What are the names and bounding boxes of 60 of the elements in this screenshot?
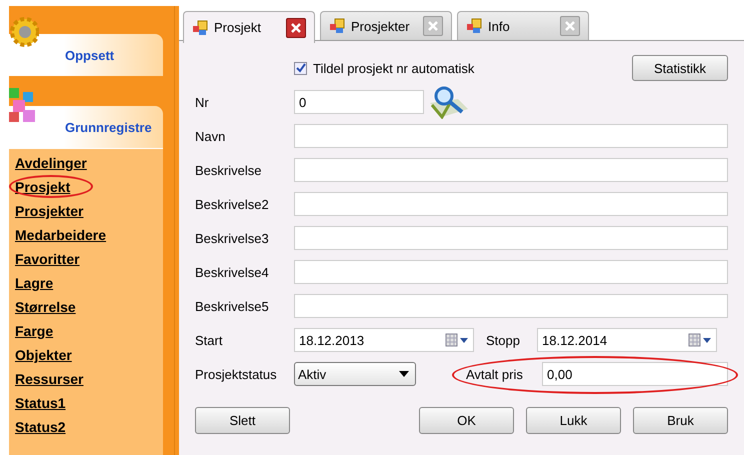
action-button[interactable]: Slett	[195, 407, 290, 434]
nav-link[interactable]: Objekter	[15, 347, 72, 363]
nav-link[interactable]: Avdelinger	[15, 155, 87, 171]
calendar-icon	[445, 333, 469, 347]
checkbox-label[interactable]: Tildel prosjekt nr automatisk	[313, 60, 474, 76]
field-label: Beskrivelse4	[195, 264, 270, 280]
number-field[interactable]: 0	[294, 90, 424, 114]
action-button[interactable]: Lukk	[526, 407, 621, 434]
nav-link[interactable]: Lagre	[15, 275, 54, 291]
field-label: Avtalt pris	[465, 366, 524, 382]
magnifier-icon	[428, 85, 470, 119]
close-icon[interactable]	[286, 18, 306, 38]
section-title: Oppsett	[65, 48, 114, 62]
document-icon	[192, 20, 208, 36]
tab-label: Info	[488, 18, 511, 34]
calendar-icon	[688, 333, 712, 347]
caret-icon	[399, 371, 409, 377]
section-header[interactable]: Oppsett	[9, 34, 163, 76]
tab[interactable]: Info	[457, 11, 589, 40]
nav-link[interactable]: Prosjekter	[15, 203, 84, 219]
field-label: Beskrivelse3	[195, 230, 270, 246]
field-label: Nr	[195, 94, 210, 110]
text-field[interactable]	[294, 158, 728, 182]
text-field[interactable]	[294, 192, 728, 216]
price-field[interactable]: 0,00	[542, 362, 728, 386]
tab-label: Prosjekt	[214, 20, 262, 35]
nav-link[interactable]: Farge	[15, 323, 54, 339]
document-icon	[466, 18, 482, 34]
action-button[interactable]: OK	[419, 407, 514, 434]
field-label: Start	[195, 332, 224, 348]
nav-link[interactable]: Prosjekt	[15, 179, 70, 195]
field-label: Prosjektstatus	[195, 366, 278, 382]
tab[interactable]: Prosjekter	[320, 11, 452, 40]
field-label: Stopp	[486, 332, 521, 348]
action-button[interactable]: Bruk	[633, 407, 728, 434]
text-field[interactable]	[294, 226, 728, 250]
date-field[interactable]: 18.12.2014	[537, 328, 717, 352]
field-label: Beskrivelse	[195, 162, 262, 178]
section-title: Grunnregistre	[65, 120, 152, 134]
status-dropdown[interactable]: Aktiv	[294, 362, 416, 386]
checkbox[interactable]	[294, 62, 307, 74]
check-icon	[296, 63, 306, 73]
tab[interactable]: Prosjekt	[183, 11, 315, 43]
nav-link[interactable]: Ressurser	[15, 371, 84, 387]
statistics-button[interactable]: Statistikk	[632, 55, 728, 81]
text-field[interactable]	[294, 294, 728, 318]
date-field[interactable]: 18.12.2013	[294, 328, 474, 352]
section-header[interactable]: Grunnregistre	[9, 106, 163, 148]
text-field[interactable]	[294, 124, 728, 148]
nav-link[interactable]: Medarbeidere	[15, 227, 106, 243]
field-label: Beskrivelse2	[195, 196, 270, 212]
document-icon	[329, 18, 345, 34]
nav-link[interactable]: Størrelse	[15, 299, 76, 315]
tab-label: Prosjekter	[351, 18, 411, 34]
field-label: Navn	[195, 128, 226, 144]
text-field[interactable]	[294, 260, 728, 284]
field-label: Beskrivelse5	[195, 298, 270, 314]
nav-link[interactable]: Status2	[15, 419, 66, 435]
nav-link[interactable]: Status1	[15, 395, 66, 411]
nav-link[interactable]: Favoritter	[15, 251, 80, 267]
